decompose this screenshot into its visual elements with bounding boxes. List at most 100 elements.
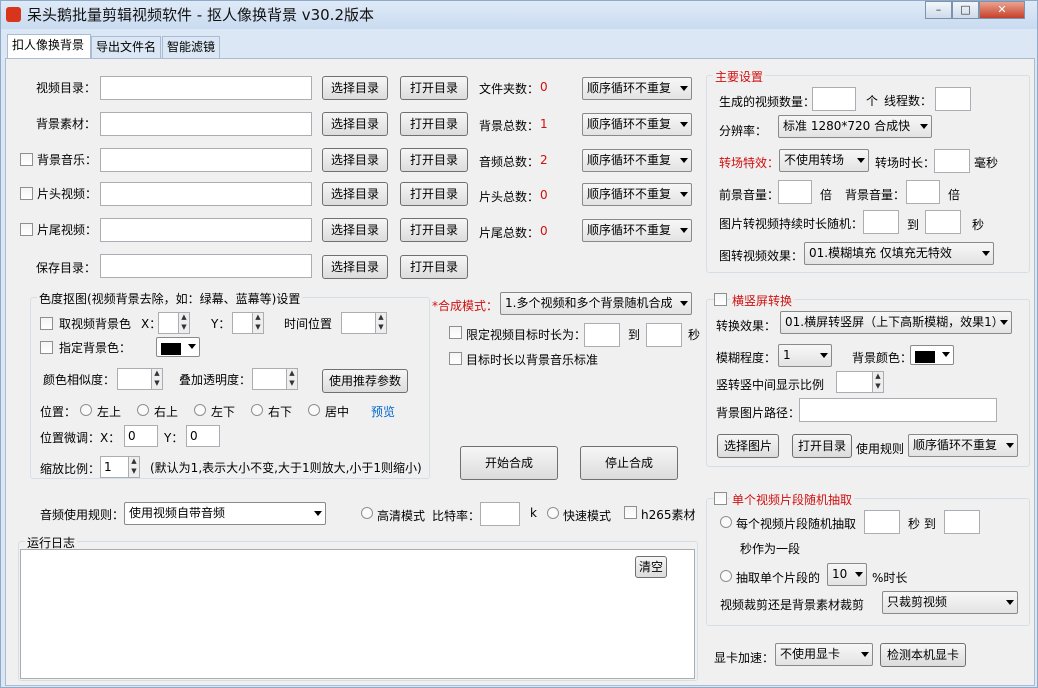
gen-count-input[interactable] — [812, 87, 856, 111]
close-button[interactable]: ✕ — [979, 1, 1025, 19]
fine-y-input[interactable]: 0 — [186, 425, 220, 447]
spin-up-icon[interactable]: ▲ — [128, 457, 139, 467]
spin-down-icon[interactable]: ▼ — [872, 382, 883, 392]
transition-dropdown[interactable]: 不使用转场 — [779, 149, 869, 172]
limit-max-input[interactable] — [646, 323, 682, 347]
transition-dur-input[interactable] — [934, 149, 970, 173]
bg-volume-input[interactable] — [906, 180, 940, 204]
radio-bottom-left[interactable] — [194, 404, 206, 416]
clear-log-button[interactable]: 清空 — [635, 556, 667, 578]
orient-effect-dropdown[interactable]: 01.横屏转竖屏（上下高斯模糊，效果1） — [780, 311, 1012, 334]
recommend-params-button[interactable]: 使用推荐参数 — [322, 369, 408, 393]
bg-music-open-button[interactable]: 打开目录 — [400, 148, 468, 172]
outro-video-select-button[interactable]: 选择目录 — [322, 218, 388, 242]
start-button[interactable]: 开始合成 — [460, 446, 558, 480]
radio-top-right[interactable] — [137, 404, 149, 416]
save-dir-open-button[interactable]: 打开目录 — [400, 255, 468, 279]
img-dur-min-input[interactable] — [863, 210, 899, 234]
bgimg-input[interactable] — [799, 398, 997, 422]
bg-music-select-button[interactable]: 选择目录 — [322, 148, 388, 172]
assign-bg-color-checkbox[interactable] — [40, 341, 53, 354]
img-dur-max-input[interactable] — [925, 210, 961, 234]
each-min-input[interactable] — [864, 510, 900, 534]
intro-video-mode-dropdown[interactable]: 顺序循环不重复 — [582, 183, 692, 206]
maximize-button[interactable]: □ — [952, 1, 979, 19]
save-dir-select-button[interactable]: 选择目录 — [322, 255, 388, 279]
resolution-dropdown[interactable]: 标准 1280*720 合成快 — [778, 115, 932, 138]
bg-music-checkbox[interactable] — [20, 153, 33, 166]
crop-dropdown[interactable]: 只裁剪视频 — [882, 591, 1018, 614]
each-segment-radio[interactable] — [720, 516, 732, 528]
synth-mode-dropdown[interactable]: 1.多个视频和多个背景随机合成 — [500, 292, 692, 315]
video-dir-mode-dropdown[interactable]: 顺序循环不重复 — [582, 77, 692, 100]
spin-down-icon[interactable]: ▼ — [286, 379, 297, 389]
minimize-button[interactable]: – — [925, 1, 952, 19]
tab-export-filename[interactable]: 导出文件名 — [91, 36, 161, 58]
take-bg-color-checkbox[interactable] — [40, 317, 53, 330]
fast-mode-radio[interactable] — [547, 507, 559, 519]
save-dir-input[interactable] — [100, 254, 312, 278]
overlay-alpha-spinner[interactable]: ▲ ▼ — [252, 368, 298, 390]
detect-gpu-button[interactable]: 检测本机显卡 — [880, 643, 966, 667]
img-effect-dropdown[interactable]: 01.模糊填充 仅填充无特效 — [804, 242, 994, 265]
each-max-input[interactable] — [944, 510, 980, 534]
spin-down-icon[interactable]: ▼ — [151, 379, 162, 389]
percent-dropdown[interactable]: 10 — [827, 563, 867, 586]
bitrate-input[interactable] — [480, 502, 520, 526]
blur-dropdown[interactable]: 1 — [778, 344, 832, 367]
h265-checkbox[interactable] — [624, 506, 637, 519]
outro-video-open-button[interactable]: 打开目录 — [400, 218, 468, 242]
hd-mode-radio[interactable] — [361, 507, 373, 519]
spin-up-icon[interactable]: ▲ — [252, 313, 263, 323]
spin-up-icon[interactable]: ▲ — [375, 313, 386, 323]
audio-rule-dropdown[interactable]: 使用视频自带音频 — [124, 502, 326, 525]
tab-portrait-bg[interactable]: 扣人像换背景 — [7, 34, 91, 58]
bg-material-select-button[interactable]: 选择目录 — [322, 112, 388, 136]
select-image-button[interactable]: 选择图片 — [717, 434, 779, 458]
intro-video-checkbox[interactable] — [20, 187, 33, 200]
video-dir-select-button[interactable]: 选择目录 — [322, 76, 388, 100]
orient-open-dir-button[interactable]: 打开目录 — [792, 434, 852, 458]
take-y-spinner[interactable]: ▲ ▼ — [232, 312, 264, 334]
spin-up-icon[interactable]: ▲ — [151, 369, 162, 379]
spin-down-icon[interactable]: ▼ — [128, 467, 139, 477]
outro-video-mode-dropdown[interactable]: 顺序循环不重复 — [582, 219, 692, 242]
outro-video-input[interactable] — [100, 218, 312, 242]
time-pos-spinner[interactable]: ▲ ▼ — [341, 312, 387, 334]
orientation-checkbox[interactable] — [714, 293, 727, 306]
bg-music-mode-dropdown[interactable]: 顺序循环不重复 — [582, 149, 692, 172]
bgcolor-picker[interactable] — [910, 345, 954, 365]
similarity-spinner[interactable]: ▲ ▼ — [117, 368, 163, 390]
limit-min-input[interactable] — [584, 323, 620, 347]
preview-link[interactable]: 预览 — [371, 403, 395, 420]
gpu-dropdown[interactable]: 不使用显卡 — [775, 643, 873, 666]
ratio-spinner[interactable]: ▲ ▼ — [836, 371, 884, 393]
spin-down-icon[interactable]: ▼ — [375, 323, 386, 333]
spin-up-icon[interactable]: ▲ — [178, 313, 189, 323]
radio-center[interactable] — [308, 404, 320, 416]
spin-up-icon[interactable]: ▲ — [872, 372, 883, 382]
scale-spinner[interactable]: 1 ▲ ▼ — [100, 456, 140, 478]
intro-video-open-button[interactable]: 打开目录 — [400, 182, 468, 206]
bgm-target-checkbox[interactable] — [449, 352, 462, 365]
take-x-spinner[interactable]: ▲ ▼ — [158, 312, 190, 334]
bg-material-mode-dropdown[interactable]: 顺序循环不重复 — [582, 113, 692, 136]
radio-top-left[interactable] — [80, 404, 92, 416]
video-dir-input[interactable] — [100, 76, 312, 100]
tab-smart-filter[interactable]: 智能滤镜 — [162, 36, 220, 58]
bg-music-input[interactable] — [100, 148, 312, 172]
radio-bottom-right[interactable] — [251, 404, 263, 416]
spin-down-icon[interactable]: ▼ — [178, 323, 189, 333]
limit-duration-checkbox[interactable] — [449, 326, 462, 339]
video-dir-open-button[interactable]: 打开目录 — [400, 76, 468, 100]
outro-video-checkbox[interactable] — [20, 223, 33, 236]
log-textarea[interactable] — [20, 549, 695, 679]
segment-checkbox[interactable] — [714, 492, 727, 505]
single-segment-radio[interactable] — [720, 570, 732, 582]
intro-video-input[interactable] — [100, 182, 312, 206]
bg-material-open-button[interactable]: 打开目录 — [400, 112, 468, 136]
spin-up-icon[interactable]: ▲ — [286, 369, 297, 379]
assign-bg-color-picker[interactable] — [156, 337, 200, 357]
fine-x-input[interactable]: 0 — [124, 425, 158, 447]
threads-input[interactable] — [935, 87, 971, 111]
